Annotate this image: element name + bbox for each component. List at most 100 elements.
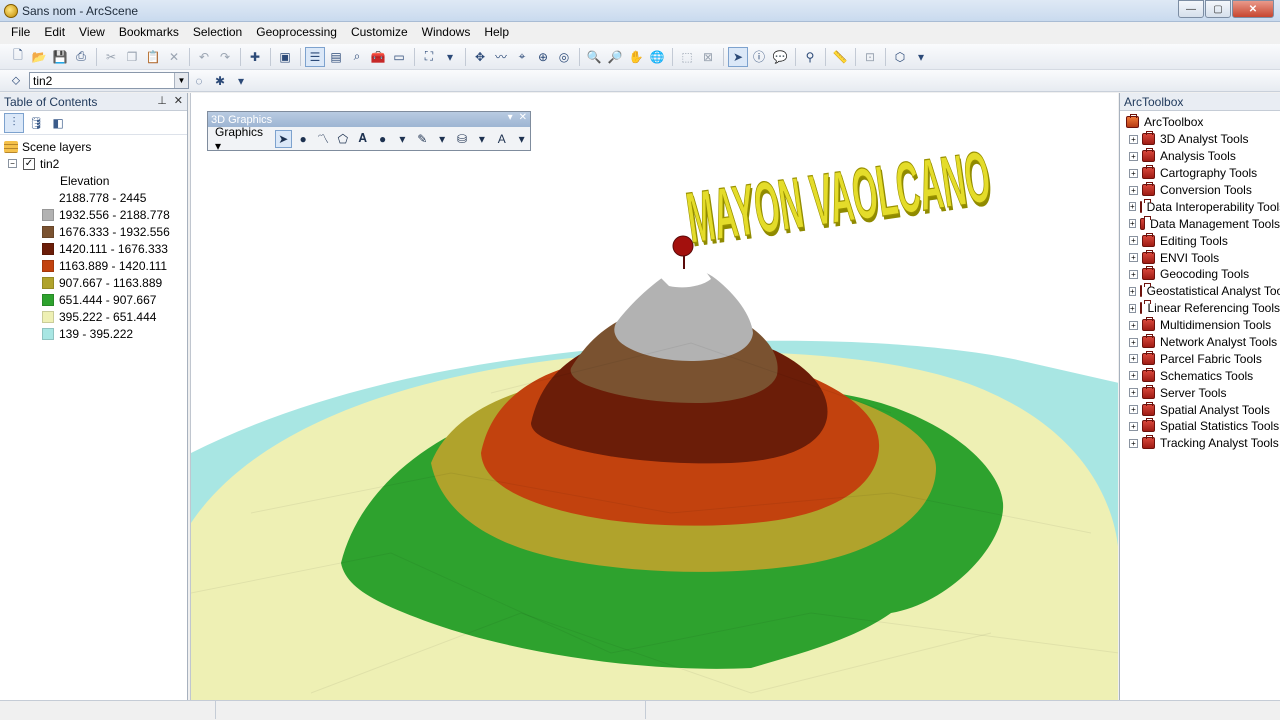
expand-icon[interactable]: + — [1129, 388, 1138, 398]
expand-icon[interactable]: + — [1129, 236, 1138, 246]
open-folder-icon[interactable]: 📂 — [29, 47, 49, 67]
toolbox-item[interactable]: + Editing Tools — [1124, 232, 1280, 249]
chevron-down-icon[interactable]: ▾ — [394, 130, 411, 148]
legend-swatch[interactable] — [42, 327, 54, 340]
legend-swatch[interactable] — [42, 208, 54, 221]
line-color-icon[interactable]: ✎ — [414, 130, 431, 148]
toolbox-item[interactable]: + Network Analyst Tools — [1124, 334, 1280, 351]
select-elements-icon[interactable]: ➤ — [728, 46, 748, 67]
undo-icon[interactable]: ↶ — [194, 47, 214, 67]
expand-icon[interactable]: + — [1129, 219, 1136, 229]
minimize-button[interactable]: — — [1178, 0, 1204, 18]
toolbox-item[interactable]: + Linear Referencing Tools — [1124, 300, 1280, 317]
zoom-in-icon[interactable]: 🔍 — [584, 47, 604, 67]
fly-icon[interactable]: 〰 — [491, 47, 511, 67]
scene-view[interactable]: MAYON VAOLCANO MAYON VAOLCANO — [190, 93, 1118, 700]
3d-graphics-title-bar[interactable]: 3D Graphics ▾ ✕ — [208, 112, 530, 127]
layer-visibility-checkbox[interactable]: ✓ — [23, 157, 35, 170]
3d-graphics-toolbar[interactable]: 3D Graphics ▾ ✕ Graphics ▾ ➤ ● 〽 ⬠ 𝐀 ● ▾… — [207, 111, 531, 153]
expand-icon[interactable]: + — [1129, 253, 1138, 263]
scene-layers-row[interactable]: Scene layers — [4, 138, 187, 155]
menu-file[interactable]: File — [4, 22, 37, 43]
toolbar-options-icon[interactable]: ▾ — [231, 71, 251, 91]
expand-icon[interactable]: + — [1129, 286, 1136, 296]
animation-icon[interactable]: ⊡ — [860, 47, 880, 67]
lighting-icon[interactable]: ✱ — [210, 71, 230, 91]
expand-icon[interactable]: + — [1129, 269, 1138, 279]
select-features-icon[interactable]: ⬚ — [677, 47, 697, 67]
list-by-visibility-icon[interactable]: ◧ — [48, 113, 68, 133]
legend-swatch[interactable] — [42, 191, 54, 204]
legend-swatch[interactable] — [42, 259, 54, 272]
menu-selection[interactable]: Selection — [186, 22, 249, 43]
pan-icon[interactable]: ✋ — [626, 47, 646, 67]
toolbox-item[interactable]: + Multidimension Tools — [1124, 317, 1280, 334]
select-pointer-icon[interactable]: ➤ — [274, 129, 292, 148]
toolbox-item[interactable]: + Data Management Tools — [1124, 215, 1280, 232]
toolbar-options-icon[interactable]: ▾ — [911, 47, 931, 67]
menu-view[interactable]: View — [72, 22, 112, 43]
find-binoculars-icon[interactable]: ⚲ — [800, 47, 820, 67]
add-data-icon[interactable]: ✚ — [245, 47, 265, 67]
identify-icon[interactable]: ⓘ — [749, 47, 769, 67]
search-window-icon[interactable]: ⌕ — [347, 47, 367, 67]
line-icon[interactable]: 〽 — [315, 130, 332, 148]
expand-icon[interactable]: + — [1129, 151, 1138, 161]
close-window-button[interactable]: ✕ — [1232, 0, 1274, 18]
menu-bookmarks[interactable]: Bookmarks — [112, 22, 186, 43]
layer-row-tin2[interactable]: − ✓ tin2 — [4, 155, 187, 172]
python-window-icon[interactable]: ▭ — [389, 47, 409, 67]
expand-icon[interactable]: + — [1129, 354, 1138, 364]
toolbox-item[interactable]: + Tracking Analyst Tools — [1124, 435, 1280, 452]
chevron-down-icon[interactable]: ▾ — [508, 112, 513, 123]
navigate-icon[interactable]: ✥ — [470, 47, 490, 67]
legend-swatch[interactable] — [42, 293, 54, 306]
legend-swatch[interactable] — [42, 225, 54, 238]
toolbox-item[interactable]: + Geostatistical Analyst Tools — [1124, 283, 1280, 300]
menu-geoprocessing[interactable]: Geoprocessing — [249, 22, 344, 43]
expand-icon[interactable]: + — [1129, 371, 1138, 381]
save-icon[interactable]: 💾 — [50, 47, 70, 67]
fill-color-icon[interactable]: ⛁ — [454, 130, 471, 148]
chevron-down-icon[interactable]: ▾ — [434, 130, 451, 148]
chevron-down-icon[interactable]: ▾ — [473, 130, 490, 148]
toolbox-item[interactable]: + Server Tools — [1124, 384, 1280, 401]
toolbox-item[interactable]: + ENVI Tools — [1124, 249, 1280, 266]
menu-windows[interactable]: Windows — [415, 22, 478, 43]
new-document-icon[interactable]: 🗋 — [8, 47, 28, 67]
expand-icon[interactable]: + — [1129, 303, 1136, 313]
zoom-to-target-icon[interactable]: ⊕ — [533, 47, 553, 67]
close-icon[interactable]: ✕ — [519, 112, 527, 123]
font-color-icon[interactable]: A — [493, 130, 510, 148]
print-icon[interactable]: ⎙ — [71, 47, 91, 67]
3d-effects-icon[interactable]: ⬡ — [890, 47, 910, 67]
layer-select-dropdown[interactable]: tin2 ▼ — [29, 72, 189, 89]
toolbox-item[interactable]: + Spatial Analyst Tools — [1124, 401, 1280, 418]
arctoolbox-window-icon[interactable]: 🧰 — [368, 47, 388, 67]
chevron-down-icon[interactable]: ▼ — [174, 73, 188, 88]
toolbox-item[interactable]: +3D Analyst Tools — [1124, 131, 1280, 148]
expand-icon[interactable]: + — [1129, 421, 1138, 431]
modelbuilder-icon[interactable]: ⛶ — [419, 47, 439, 67]
target-center-icon[interactable]: ⌖ — [512, 47, 532, 67]
pin-icon[interactable]: ⊥ — [157, 94, 167, 107]
toolbar-dropdown-icon[interactable]: ▾ — [440, 47, 460, 67]
text-icon[interactable]: 𝐀 — [354, 130, 371, 148]
zoom-out-icon[interactable]: 🔎 — [605, 47, 625, 67]
toolbox-item[interactable]: + Cartography Tools — [1124, 165, 1280, 182]
menu-customize[interactable]: Customize — [344, 22, 415, 43]
copy-icon[interactable]: ❐ — [122, 47, 142, 67]
expand-icon[interactable]: + — [1129, 168, 1138, 178]
collapse-icon[interactable]: − — [8, 159, 17, 168]
delete-icon[interactable]: ✕ — [164, 47, 184, 67]
chevron-down-icon[interactable]: ▾ — [513, 130, 530, 148]
menu-edit[interactable]: Edit — [37, 22, 72, 43]
toolbox-item[interactable]: + Analysis Tools — [1124, 148, 1280, 165]
expand-icon[interactable]: + — [1129, 438, 1138, 448]
full-extent-icon[interactable]: 🌐 — [647, 47, 667, 67]
redo-icon[interactable]: ↷ — [215, 47, 235, 67]
layer-transparency-icon[interactable]: ◌ — [189, 71, 209, 91]
graphics-menu-button[interactable]: Graphics ▾ — [212, 125, 272, 153]
toolbox-item[interactable]: + Data Interoperability Tools — [1124, 198, 1280, 215]
point-icon[interactable]: ● — [295, 130, 312, 148]
